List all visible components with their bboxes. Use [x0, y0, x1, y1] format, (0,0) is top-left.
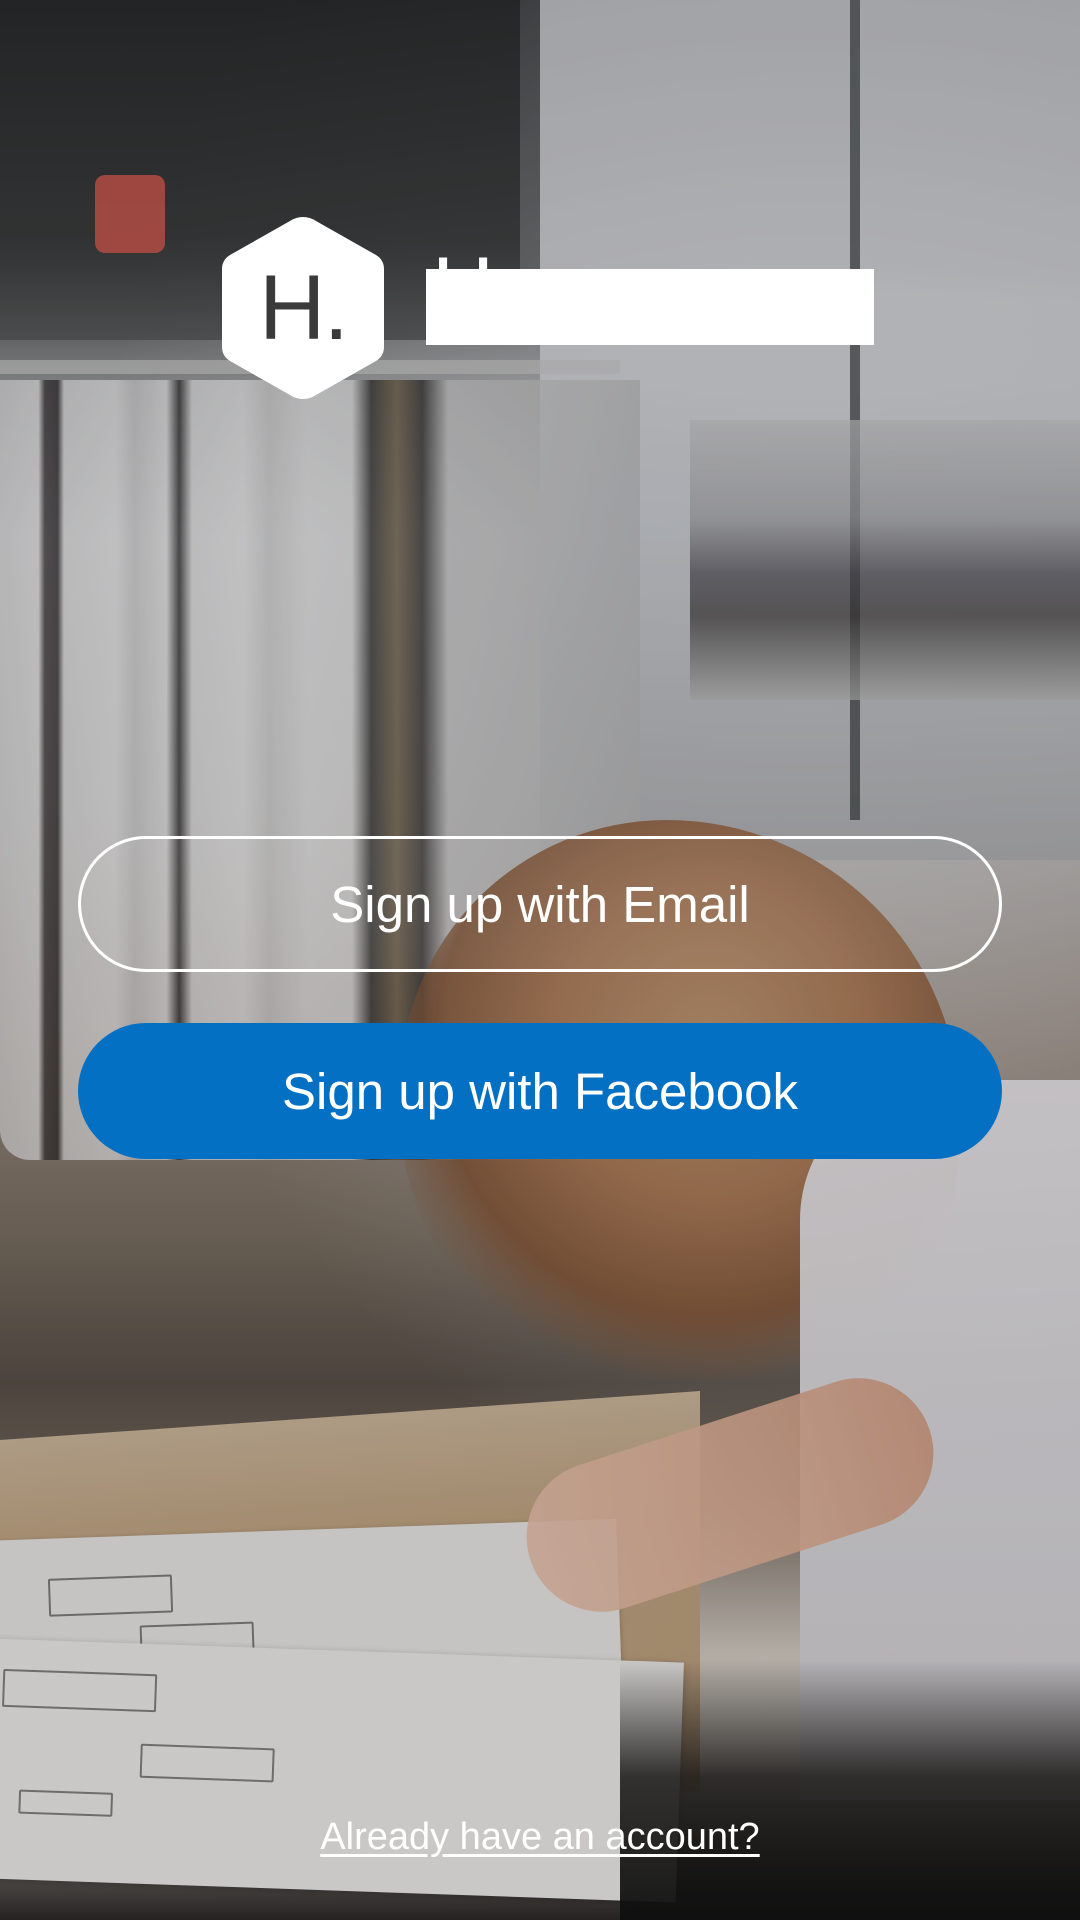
- brand-logo: H. Hexagon: [218, 213, 874, 403]
- login-link[interactable]: Already have an account?: [0, 1816, 1080, 1859]
- signup-email-button[interactable]: Sign up with Email: [78, 836, 1002, 972]
- signup-facebook-button[interactable]: Sign up with Facebook: [78, 1023, 1002, 1159]
- brand-name-redaction: [426, 269, 874, 345]
- logo-letter: H.: [259, 256, 349, 359]
- brand-wordmark: Hexagon: [426, 245, 874, 363]
- signup-screen: H. Hexagon Sign up with Email Sign up wi…: [0, 0, 1080, 1920]
- hexagon-logo-icon: H.: [218, 213, 388, 403]
- signup-facebook-label: Sign up with Facebook: [282, 1062, 798, 1120]
- signup-email-label: Sign up with Email: [330, 875, 750, 933]
